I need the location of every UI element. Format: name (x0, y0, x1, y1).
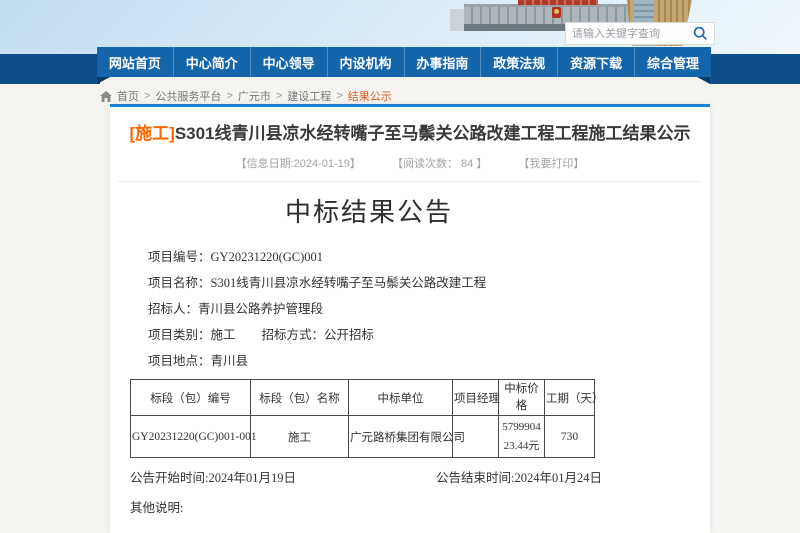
building-roof-sign (518, 0, 598, 5)
field-location: 项目地点：青川县 (148, 348, 610, 374)
nav-item-guide[interactable]: 办事指南 (405, 47, 482, 77)
nav-item-leaders[interactable]: 中心领导 (251, 47, 328, 77)
field-tenderee: 招标人：青川县公路养护管理段 (148, 296, 610, 322)
crumb-construction[interactable]: 建设工程 (287, 88, 331, 104)
page: 网站首页 中心简介 中心领导 内设机构 办事指南 政策法规 资源下载 综合管理 … (0, 0, 800, 533)
col-header-manager: 项目经理 (453, 380, 499, 416)
table-row: GY20231220(GC)001-001 施工 广元路桥集团有限公司 5799… (131, 416, 595, 458)
main-nav: 网站首页 中心简介 中心领导 内设机构 办事指南 政策法规 资源下载 综合管理 (97, 47, 711, 77)
field-label: 招标方式： (262, 328, 325, 342)
project-fields: 项目编号：GY20231220(GC)001 项目名称：S301线青川县凉水经转… (148, 244, 610, 374)
crumb-home[interactable]: 首页 (117, 88, 139, 104)
breadcrumb: 首页 > 公共服务平台 > 广元市 > 建设工程 > 结果公示 (100, 88, 392, 104)
search-input[interactable] (572, 28, 693, 40)
other-notes-label: 其他说明: (128, 497, 610, 516)
article-title: [施工]S301线青川县凉水经转嘴子至马鬃关公路改建工程工程施工结果公示 (122, 122, 698, 146)
cell-duration: 730 (545, 416, 595, 458)
field-label: 项目类别： (148, 328, 211, 342)
field-value: 施工 (211, 328, 236, 342)
nav-ribbon-fold-right (697, 77, 710, 84)
breadcrumb-separator: > (226, 90, 232, 102)
field-label: 项目地点： (148, 354, 211, 368)
col-header-price: 中标价格 (499, 380, 545, 416)
cell-price: 579990423.44元 (499, 416, 545, 458)
col-header-duration: 工期（天） (545, 380, 595, 416)
nav-ribbon-fold-left (97, 77, 110, 84)
nav-ribbon-left (0, 54, 100, 84)
crumb-platform[interactable]: 公共服务平台 (155, 88, 221, 104)
search-box (565, 22, 715, 45)
field-label: 招标人： (148, 302, 198, 316)
notice-start-time: 公告开始时间:2024年01月19日 (130, 467, 296, 486)
top-banner (0, 0, 800, 54)
article-meta: 【信息日期:2024-01-19】 【阅读次数： 84 】 【我要打印】 (110, 155, 710, 171)
search-icon[interactable] (693, 26, 708, 41)
field-value: S301线青川县凉水经转嘴子至马鬃关公路改建工程 (211, 276, 487, 290)
nav-ribbon-right (710, 54, 800, 84)
article-title-text: S301线青川县凉水经转嘴子至马鬃关公路改建工程工程施工结果公示 (175, 124, 691, 143)
breadcrumb-separator: > (336, 90, 342, 102)
bid-result-table: 标段（包）编号 标段（包）名称 中标单位 项目经理 中标价格 工期（天） GY2… (130, 379, 595, 458)
field-label: 项目名称： (148, 276, 211, 290)
col-header-section-no: 标段（包）编号 (131, 380, 251, 416)
announcement-heading: 中标结果公告 (128, 192, 610, 229)
nav-item-admin[interactable]: 综合管理 (635, 47, 711, 77)
announcement-document: 中标结果公告 项目编号：GY20231220(GC)001 项目名称：S301线… (128, 192, 610, 516)
field-value: 青川县公路养护管理段 (198, 302, 323, 316)
print-button[interactable]: 【我要打印】 (518, 158, 584, 170)
home-icon (100, 91, 112, 102)
meta-info-date: 【信息日期:2024-01-19】 (236, 158, 361, 170)
nav-item-departments[interactable]: 内设机构 (328, 47, 405, 77)
cell-section-no: GY20231220(GC)001-001 (131, 416, 251, 458)
breadcrumb-separator: > (144, 90, 150, 102)
field-value: 公开招标 (324, 328, 374, 342)
field-value: GY20231220(GC)001 (211, 250, 324, 264)
breadcrumb-separator: > (276, 90, 282, 102)
crumb-city[interactable]: 广元市 (238, 88, 271, 104)
table-header-row: 标段（包）编号 标段（包）名称 中标单位 项目经理 中标价格 工期（天） (131, 380, 595, 416)
field-category-method: 项目类别：施工 招标方式：公开招标 (148, 322, 610, 348)
field-project-no: 项目编号：GY20231220(GC)001 (148, 244, 610, 270)
notice-end-time: 公告结束时间:2024年01月24日 (436, 467, 602, 486)
nav-item-intro[interactable]: 中心简介 (174, 47, 251, 77)
col-header-section-name: 标段（包）名称 (251, 380, 349, 416)
field-value: 青川县 (211, 354, 249, 368)
nav-item-policies[interactable]: 政策法规 (481, 47, 558, 77)
cell-section-name: 施工 (251, 416, 349, 458)
article-category-tag: [施工] (129, 124, 174, 143)
meta-read-count: 【阅读次数： 84 】 (392, 158, 487, 170)
col-header-winner: 中标单位 (349, 380, 453, 416)
cell-winner: 广元路桥集团有限公司 (349, 416, 453, 458)
meta-divider (118, 181, 702, 182)
nav-item-downloads[interactable]: 资源下载 (558, 47, 635, 77)
field-project-name: 项目名称：S301线青川县凉水经转嘴子至马鬃关公路改建工程 (148, 270, 610, 296)
field-label: 项目编号： (148, 250, 211, 264)
national-emblem-icon (552, 7, 561, 18)
notice-times: 公告开始时间:2024年01月19日 公告结束时间:2024年01月24日 (128, 467, 610, 486)
content-panel: [施工]S301线青川县凉水经转嘴子至马鬃关公路改建工程工程施工结果公示 【信息… (110, 104, 710, 533)
nav-item-home[interactable]: 网站首页 (97, 47, 174, 77)
crumb-results-current: 结果公示 (348, 88, 392, 104)
